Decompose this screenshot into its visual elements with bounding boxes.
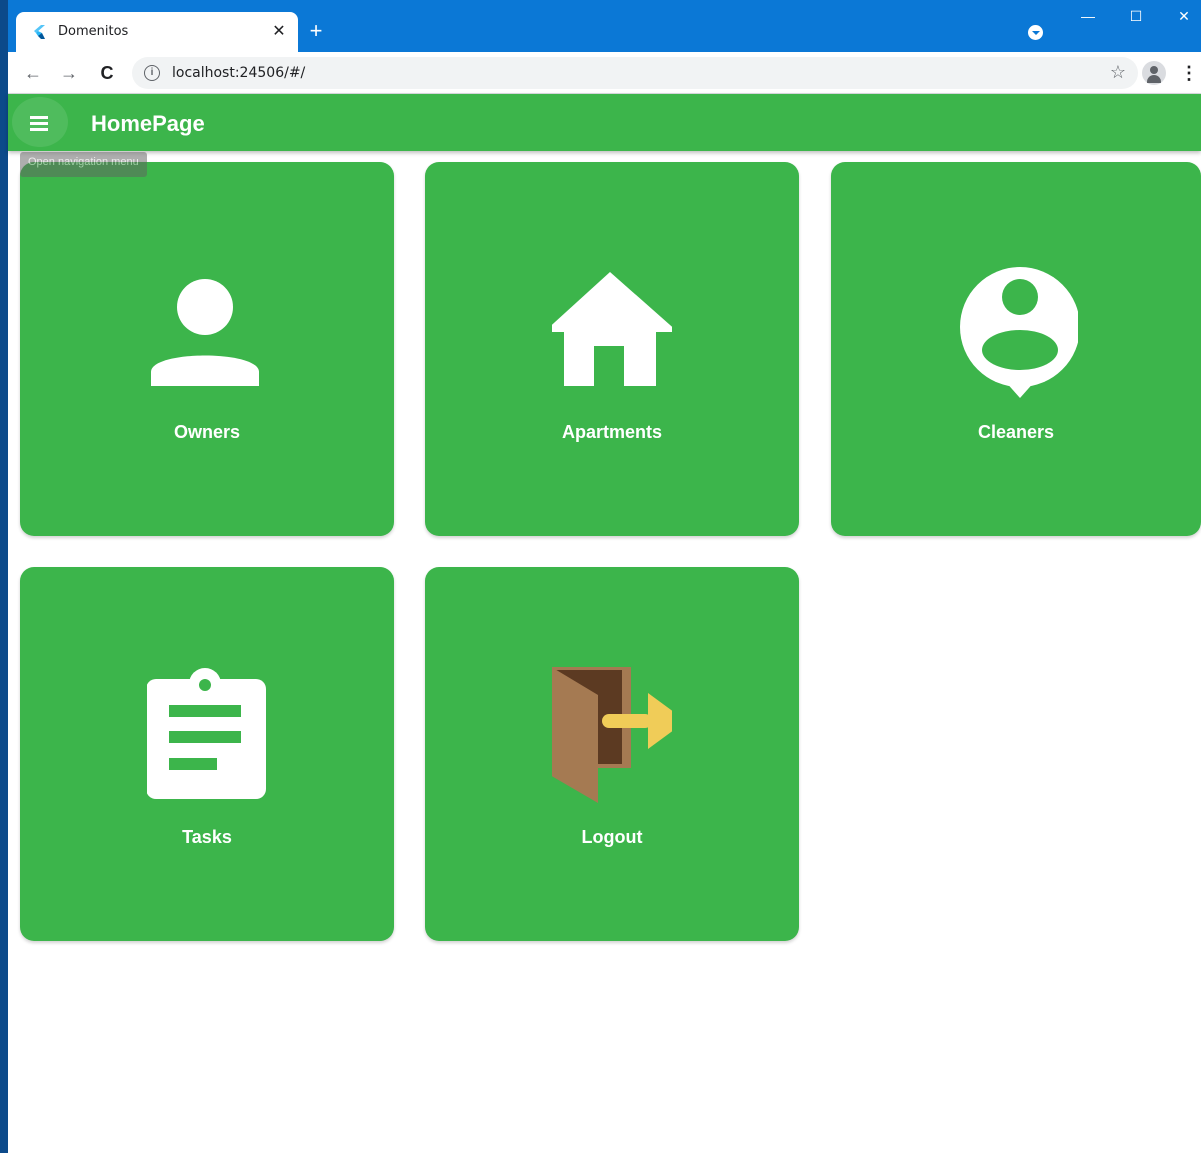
tile-owners[interactable]: Owners [20, 162, 394, 536]
new-tab-icon[interactable]: + [304, 20, 328, 44]
browser-tab[interactable]: Domenitos ✕ [16, 12, 298, 52]
tab-strip: Domenitos ✕ + — ☐ ✕ [8, 0, 1201, 52]
tile-tasks[interactable]: Tasks [20, 567, 394, 941]
minimize-icon[interactable]: — [1065, 0, 1111, 32]
reload-icon[interactable]: C [94, 60, 120, 86]
tile-cleaners[interactable]: Cleaners [831, 162, 1201, 536]
flutter-logo-icon [34, 25, 45, 39]
tab-search-icon[interactable] [1028, 25, 1043, 40]
house-icon [552, 272, 672, 386]
app-bar: HomePage [8, 94, 1201, 151]
door-exit-icon [552, 667, 672, 803]
url-text[interactable]: localhost:24506/#/ [172, 65, 305, 81]
browser-window: Domenitos ✕ + — ☐ ✕ ← → C i localhost:24… [8, 0, 1201, 1153]
window-close-icon[interactable]: ✕ [1161, 0, 1201, 32]
tab-close-icon[interactable]: ✕ [268, 21, 290, 43]
tile-label: Cleaners [977, 422, 1055, 442]
bookmark-star-icon[interactable]: ☆ [1110, 62, 1126, 83]
tile-apartments[interactable]: Apartments [425, 162, 799, 536]
tile-label: Owners [173, 422, 241, 442]
hamburger-menu-button[interactable] [12, 97, 68, 147]
menu-tooltip: Open navigation menu [20, 152, 147, 177]
browser-toolbar: ← → C i localhost:24506/#/ ☆ ⋮ [8, 52, 1201, 94]
desktop-edge [0, 0, 8, 1153]
tile-logout[interactable]: Logout [425, 567, 799, 941]
person-icon [151, 279, 259, 386]
tab-title: Domenitos [58, 24, 129, 39]
tile-label: Apartments [561, 422, 663, 442]
clipboard-icon [147, 668, 266, 799]
page-title: HomePage [91, 111, 205, 136]
tile-label: Logout [581, 827, 643, 847]
tile-label: Tasks [182, 827, 232, 847]
back-arrow-icon[interactable]: ← [20, 60, 46, 86]
forward-arrow-icon[interactable]: → [56, 60, 82, 86]
person-pin-icon [960, 267, 1078, 398]
profile-avatar-icon[interactable] [1142, 61, 1166, 85]
site-info-icon[interactable]: i [144, 65, 160, 81]
maximize-icon[interactable]: ☐ [1113, 0, 1159, 32]
address-bar[interactable]: i localhost:24506/#/ ☆ [132, 57, 1138, 89]
browser-menu-icon[interactable]: ⋮ [1180, 60, 1198, 86]
